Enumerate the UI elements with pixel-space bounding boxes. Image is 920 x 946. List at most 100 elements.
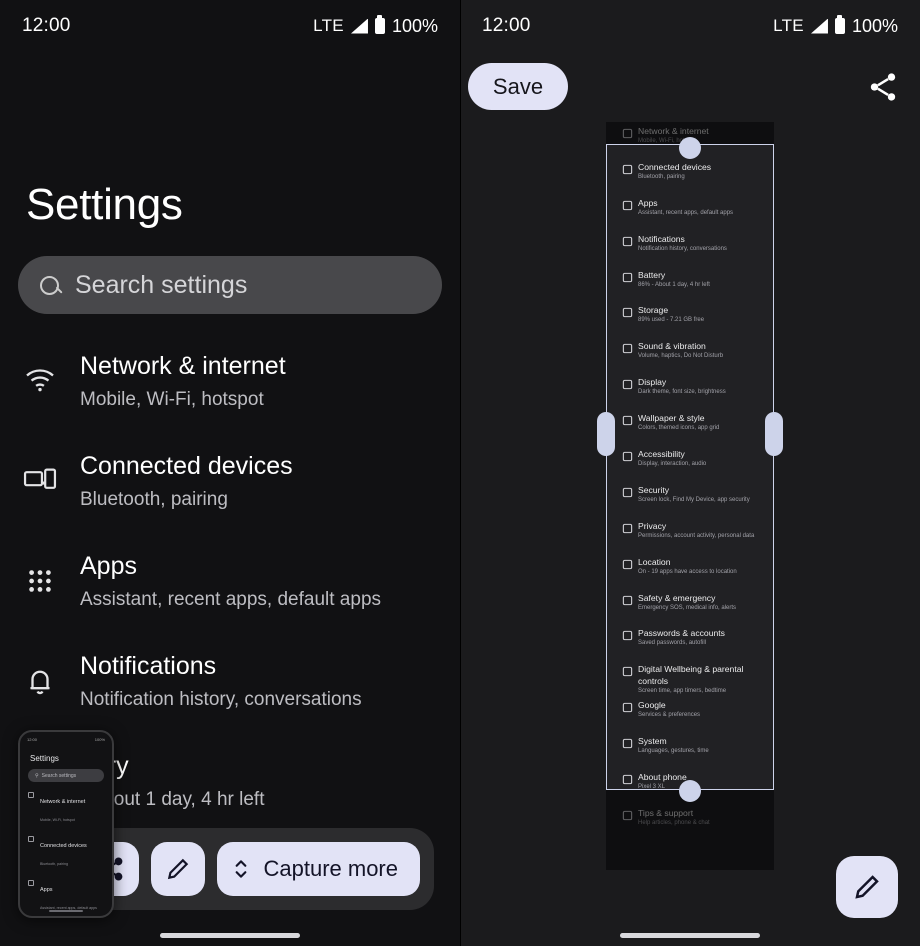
mini-settings-row: Wallpaper & style Colors, themed icons, a… — [606, 409, 774, 445]
phone-icon — [616, 768, 638, 785]
mini-settings-row: Location On - 19 apps have access to loca… — [606, 553, 774, 589]
nav-gesture-bar — [160, 933, 300, 938]
crop-handle-right[interactable] — [765, 412, 783, 456]
bell-icon — [0, 649, 80, 697]
nav-gesture-bar — [620, 933, 760, 938]
settings-app-panel: 12:00 LTE 100% Settings Search settings — [0, 0, 460, 946]
mini-settings-row: Digital Wellbeing & parental controls Scr… — [606, 660, 774, 696]
edit-button[interactable] — [151, 842, 206, 896]
help-icon — [616, 804, 638, 821]
settings-row-text: Network & internet Mobile, Wi-Fi, hotspo… — [80, 349, 286, 415]
privacy-icon — [616, 517, 638, 534]
accessibility-icon — [616, 445, 638, 462]
crop-handle-bottom[interactable] — [679, 780, 701, 802]
thumb-search: ⚲ Search settings — [28, 769, 104, 782]
crop-handle-top[interactable] — [679, 137, 701, 159]
wifi-icon — [0, 349, 80, 393]
mini-settings-row: Storage 89% used - 7.21 GB free — [606, 301, 774, 337]
thumb-row-icon — [28, 880, 34, 886]
mini-row-text: Tips & support Help articles, phone & cha… — [638, 804, 710, 828]
thumb-row: Connected devices Bluetooth, pairing — [28, 834, 112, 870]
network-type-label: LTE — [773, 16, 804, 35]
mini-row-subtitle: Screen time, app timers, bedtime — [638, 688, 727, 695]
settings-row-network[interactable]: Network & internet Mobile, Wi-Fi, hotspo… — [0, 338, 460, 438]
battery-percent-label: 100% — [851, 15, 898, 36]
mini-row-subtitle: Screen lock, Find My Device, app securit… — [638, 496, 750, 503]
search-input[interactable]: Search settings — [18, 256, 442, 314]
mini-row-text: Safety & emergency Emergency SOS, medical… — [638, 589, 736, 613]
crop-preview-content: Network & internet Mobile, Wi-Fi, hotspot… — [606, 122, 774, 870]
wifi-icon — [616, 122, 638, 139]
mini-row-title: Security — [638, 484, 670, 495]
mini-row-subtitle: Help articles, phone & chat — [638, 819, 710, 826]
mini-row-subtitle: On - 19 apps have access to location — [638, 568, 737, 575]
mini-row-subtitle: Emergency SOS, medical info, alerts — [638, 604, 737, 611]
mini-settings-row: Notifications Notification history, conve… — [606, 230, 774, 266]
mini-row-subtitle: Languages, gestures, time — [638, 748, 709, 755]
settings-row-text: Connected devices Bluetooth, pairing — [80, 449, 293, 515]
save-button[interactable]: Save — [468, 63, 568, 110]
mini-row-title: Display — [638, 377, 667, 388]
devices-icon — [616, 158, 638, 175]
row-subtitle: Notification history, conversations — [80, 689, 362, 710]
mini-settings-row: Connected devices Bluetooth, pairing — [606, 158, 774, 194]
mini-row-text: Sound & vibration Volume, haptics, Do Not… — [638, 337, 723, 361]
capture-more-button[interactable]: Capture more — [217, 842, 420, 896]
mini-settings-row: Passwords & accounts Saved passwords, aut… — [606, 624, 774, 660]
mini-row-title: Connected devices — [638, 161, 712, 172]
mini-row-text: Notifications Notification history, conve… — [638, 230, 727, 254]
thumb-row: Apps Assistant, recent apps, default app… — [28, 878, 112, 914]
apps-grid-icon — [0, 549, 80, 595]
crop-handle-left[interactable] — [597, 412, 615, 456]
mini-settings-row: Tips & support Help articles, phone & cha… — [606, 804, 774, 840]
mini-settings-row: Sound & vibration Volume, haptics, Do Not… — [606, 337, 774, 373]
mini-row-text: Privacy Permissions, account activity, pe… — [638, 517, 754, 541]
mini-row-title: Tips & support — [638, 807, 694, 818]
thumb-search-icon: ⚲ — [35, 772, 39, 779]
thumb-time: 12:00 — [27, 737, 38, 742]
capture-more-label: Capture more — [263, 856, 398, 881]
thumb-indicators: 100% — [94, 737, 105, 742]
row-subtitle: Bluetooth, pairing — [80, 489, 228, 510]
save-label: Save — [492, 73, 544, 99]
apps-grid-icon — [616, 194, 638, 211]
edit-fab-button[interactable] — [836, 856, 898, 918]
battery-percent-label: 100% — [391, 15, 438, 36]
settings-row-connected-devices[interactable]: Connected devices Bluetooth, pairing — [0, 438, 460, 538]
settings-row-apps[interactable]: Apps Assistant, recent apps, default app… — [0, 538, 460, 638]
status-bar-right: 12:00 LTE 100% — [460, 0, 920, 52]
mini-row-subtitle: Colors, themed icons, app grid — [638, 425, 720, 432]
mini-row-subtitle: 89% used - 7.21 GB free — [638, 317, 705, 324]
crop-stage[interactable]: Network & internet Mobile, Wi-Fi, hotspot… — [597, 122, 783, 870]
crop-editor-panel: 12:00 LTE 100% Save Network & internet Mo… — [460, 0, 920, 946]
mini-row-title: Passwords & accounts — [638, 628, 725, 639]
mini-row-title: Privacy — [638, 520, 667, 531]
mini-settings-row: Safety & emergency Emergency SOS, medical… — [606, 589, 774, 625]
mini-settings-row: Apps Assistant, recent apps, default apps — [606, 194, 774, 230]
lock-icon — [616, 481, 638, 498]
mini-row-title: Apps — [638, 197, 658, 208]
battery-icon — [374, 15, 385, 34]
row-title: Notifications — [80, 652, 217, 680]
settings-row-text: Notifications Notification history, conv… — [80, 649, 362, 715]
network-type-label: LTE — [313, 16, 344, 35]
mini-row-subtitle: Saved passwords, autofill — [638, 640, 707, 647]
thumb-nav-bar — [49, 910, 83, 912]
thumb-row-icon — [28, 792, 34, 798]
search-placeholder: Search settings — [75, 270, 248, 299]
mini-row-title: Safety & emergency — [638, 592, 716, 603]
mini-row-subtitle: Notification history, conversations — [638, 245, 727, 252]
screenshot-thumbnail-preview[interactable]: 12:00 100% Settings ⚲ Search settings Ne… — [18, 730, 114, 918]
location-icon — [616, 553, 638, 570]
share-button-top[interactable] — [866, 70, 900, 104]
mini-row-text: Accessibility Display, interaction, audio — [638, 445, 706, 469]
mini-settings-row: Privacy Permissions, account activity, pe… — [606, 517, 774, 553]
mini-row-text: Location On - 19 apps have access to loca… — [638, 553, 737, 577]
mini-row-text: Wallpaper & style Colors, themed icons, a… — [638, 409, 719, 433]
mini-row-title: About phone — [638, 772, 687, 783]
mini-row-text: Google Services & preferences — [638, 696, 700, 720]
thumb-row-icon — [28, 836, 34, 842]
settings-row-notifications[interactable]: Notifications Notification history, conv… — [0, 638, 460, 738]
signal-icon — [810, 18, 828, 34]
mini-row-text: Digital Wellbeing & parental controls Scr… — [638, 660, 774, 696]
